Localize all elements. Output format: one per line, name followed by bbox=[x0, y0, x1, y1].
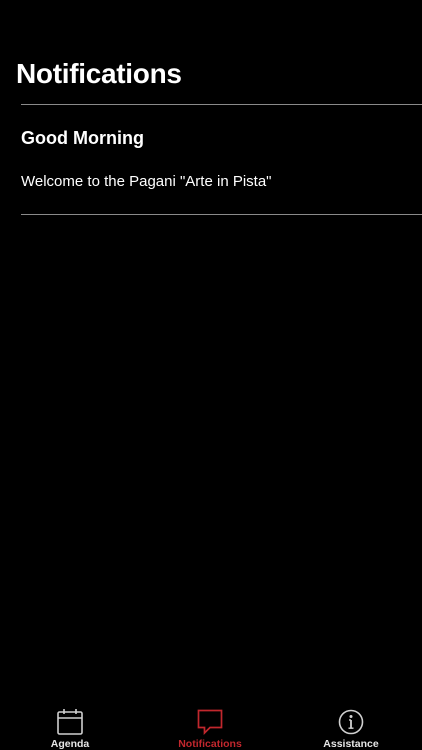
tab-notifications[interactable]: Notifications bbox=[140, 702, 280, 750]
info-circle-icon bbox=[338, 709, 364, 735]
notification-title: Good Morning bbox=[21, 128, 144, 148]
tab-agenda-label: Agenda bbox=[50, 738, 90, 750]
list-bottom-divider bbox=[21, 214, 422, 215]
tab-assistance-label: Assistance bbox=[323, 738, 379, 750]
calendar-icon bbox=[57, 709, 83, 735]
tab-bar: Agenda Notifications Assistance bbox=[0, 702, 422, 750]
speech-bubble-icon bbox=[197, 709, 223, 736]
tab-assistance[interactable]: Assistance bbox=[281, 702, 421, 750]
tab-agenda[interactable]: Agenda bbox=[0, 702, 140, 750]
notification-body: Welcome to the Pagani "Arte in Pista" bbox=[21, 173, 272, 190]
tab-notifications-label: Notifications bbox=[178, 738, 242, 750]
notification-item[interactable]: Good Morning Welcome to the Pagani "Arte… bbox=[0, 105, 422, 214]
page-title: Notifications bbox=[16, 58, 182, 89]
